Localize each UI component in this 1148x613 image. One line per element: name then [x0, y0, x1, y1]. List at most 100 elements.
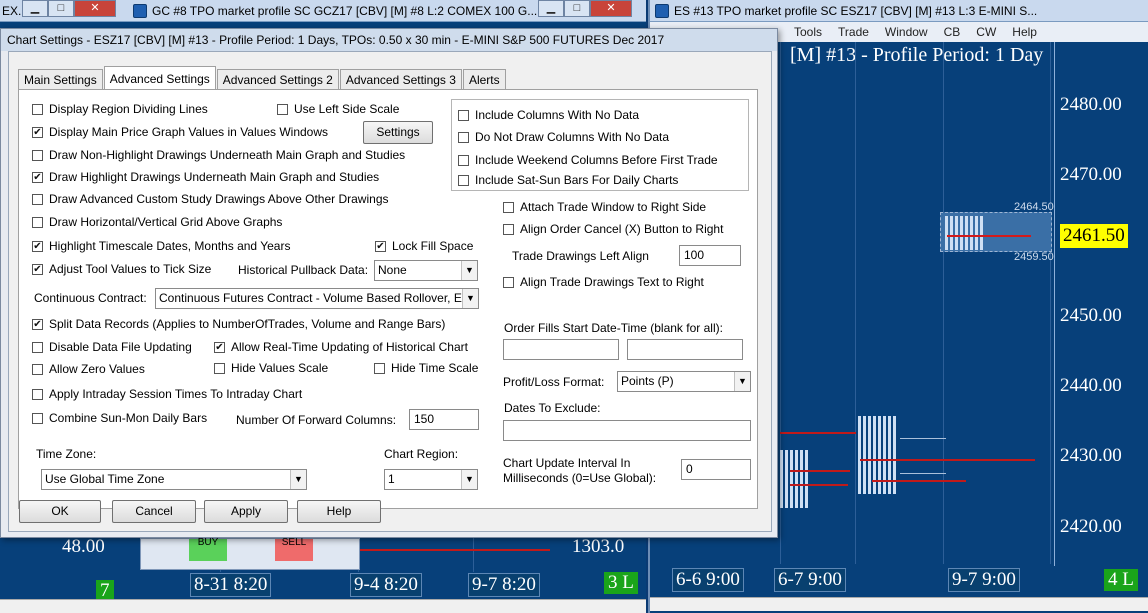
tab-advanced-settings-3[interactable]: Advanced Settings 3	[339, 69, 462, 90]
split-data-records-checkbox[interactable]: ✔ Split Data Records (Applies to NumberOf…	[32, 317, 445, 331]
align-order-cancel-checkbox[interactable]: Align Order Cancel (X) Button to Right	[503, 222, 723, 236]
checkbox-empty[interactable]	[458, 174, 469, 186]
checkbox-empty[interactable]	[32, 216, 43, 228]
es-horizontal-scrollbar[interactable]	[650, 597, 1148, 611]
tab-alerts[interactable]: Alerts	[462, 69, 506, 90]
hide-values-scale-checkbox[interactable]: Hide Values Scale	[214, 361, 328, 375]
chart-app-icon	[133, 3, 147, 18]
menu-help[interactable]: Help	[1004, 25, 1045, 39]
es-window-titlebar[interactable]: ES #13 TPO market profile SC ESZ17 [CBV]…	[650, 0, 1148, 22]
align-trade-text-checkbox[interactable]: Align Trade Drawings Text to Right	[503, 275, 704, 289]
order-fills-start-input[interactable]	[503, 339, 619, 360]
hide-time-scale-checkbox[interactable]: Hide Time Scale	[374, 361, 478, 375]
update-interval-input[interactable]: 0	[681, 459, 751, 480]
disable-data-file-checkbox[interactable]: Disable Data File Updating	[32, 340, 192, 354]
minimize-icon[interactable]: ▁	[538, 0, 564, 17]
checkbox-checked[interactable]: ✔	[32, 126, 43, 138]
draw-advanced-custom-checkbox[interactable]: Draw Advanced Custom Study Drawings Abov…	[32, 192, 389, 206]
trade-drawings-left-input[interactable]: 100	[679, 245, 741, 266]
include-sat-sun-checkbox[interactable]: Include Sat-Sun Bars For Daily Charts	[458, 173, 678, 187]
tab-advanced-settings[interactable]: Advanced Settings	[103, 66, 216, 90]
checkbox-checked[interactable]: ✔	[32, 171, 43, 183]
menu-window[interactable]: Window	[877, 25, 936, 39]
menu-cb[interactable]: CB	[936, 25, 969, 39]
tab-main-settings[interactable]: Main Settings	[18, 69, 103, 90]
chart-region-label: Chart Region:	[384, 447, 459, 461]
menu-trade[interactable]: Trade	[830, 25, 877, 39]
display-main-price-checkbox[interactable]: ✔ Display Main Price Graph Values in Valu…	[32, 125, 328, 139]
left-horizontal-scrollbar[interactable]	[0, 599, 128, 613]
allow-zero-checkbox[interactable]: Allow Zero Values	[32, 362, 145, 376]
include-weekend-checkbox[interactable]: Include Weekend Columns Before First Tra…	[458, 153, 718, 167]
combine-sun-mon-checkbox[interactable]: Combine Sun-Mon Daily Bars	[32, 411, 207, 425]
lock-fill-space-checkbox[interactable]: ✔ Lock Fill Space	[375, 239, 473, 253]
checkbox-empty[interactable]	[458, 109, 469, 121]
attach-trade-window-checkbox[interactable]: Attach Trade Window to Right Side	[503, 200, 706, 214]
continuous-contract-select[interactable]: Continuous Futures Contract - Volume Bas…	[155, 288, 479, 309]
gc-horizontal-scrollbar[interactable]	[128, 599, 646, 613]
chevron-down-icon[interactable]: ▼	[734, 372, 750, 391]
menu-cw[interactable]: CW	[968, 25, 1004, 39]
apply-intraday-checkbox[interactable]: Apply Intraday Session Times To Intraday…	[32, 387, 302, 401]
checkbox-empty[interactable]	[32, 412, 43, 424]
ok-button[interactable]: OK	[19, 500, 101, 523]
checkbox-checked[interactable]: ✔	[214, 341, 225, 353]
help-button[interactable]: Help	[297, 500, 381, 523]
chevron-down-icon[interactable]: ▼	[461, 261, 477, 280]
apply-button[interactable]: Apply	[204, 500, 288, 523]
settings-button[interactable]: Settings	[363, 121, 433, 144]
checkbox-checked[interactable]: ✔	[32, 318, 43, 330]
checkbox-empty[interactable]	[277, 103, 288, 115]
checkbox-empty[interactable]	[374, 362, 385, 374]
adjust-tool-values-checkbox[interactable]: ✔ Adjust Tool Values to Tick Size	[32, 262, 211, 276]
close-icon[interactable]: ✕	[590, 0, 632, 17]
checkbox-empty[interactable]	[458, 131, 469, 143]
close-icon[interactable]: ✕	[74, 0, 116, 17]
buy-button[interactable]: BUY	[189, 538, 227, 561]
time-zone-select[interactable]: Use Global Time Zone ▼	[41, 469, 307, 490]
minimize-icon[interactable]: ▁	[22, 0, 48, 17]
menu-tools[interactable]: Tools	[786, 25, 830, 39]
checkbox-empty[interactable]	[32, 103, 43, 115]
checkbox-checked[interactable]: ✔	[32, 240, 43, 252]
checkbox-empty[interactable]	[32, 363, 43, 375]
do-not-draw-no-data-checkbox[interactable]: Do Not Draw Columns With No Data	[458, 130, 669, 144]
dates-exclude-input[interactable]	[503, 420, 751, 441]
draw-highlight-checkbox[interactable]: ✔ Draw Highlight Drawings Underneath Main…	[32, 170, 379, 184]
checkbox-checked[interactable]: ✔	[375, 240, 386, 252]
profit-loss-select[interactable]: Points (P) ▼	[617, 371, 751, 392]
chevron-down-icon[interactable]: ▼	[461, 470, 477, 489]
dialog-title[interactable]: Chart Settings - ESZ17 [CBV] [M] #13 - P…	[1, 29, 777, 51]
checkbox-empty[interactable]	[32, 149, 43, 161]
chevron-down-icon[interactable]: ▼	[290, 470, 306, 489]
checkbox-empty[interactable]	[32, 193, 43, 205]
sell-button[interactable]: SELL	[275, 538, 313, 561]
order-fills-end-input[interactable]	[627, 339, 743, 360]
checkbox-empty[interactable]	[214, 362, 225, 374]
historical-pullback-select[interactable]: None ▼	[374, 260, 478, 281]
checkbox-checked[interactable]: ✔	[32, 263, 43, 275]
maximize-icon[interactable]: □	[564, 0, 590, 17]
checkbox-empty[interactable]	[503, 201, 514, 213]
checkbox-empty[interactable]	[458, 154, 469, 166]
include-no-data-checkbox[interactable]: Include Columns With No Data	[458, 108, 639, 122]
historical-pullback-label: Historical Pullback Data:	[238, 263, 369, 277]
draw-nonhighlight-checkbox[interactable]: Draw Non-Highlight Drawings Underneath M…	[32, 148, 405, 162]
highlight-timescale-checkbox[interactable]: ✔ Highlight Timescale Dates, Months and Y…	[32, 239, 290, 253]
checkbox-empty[interactable]	[503, 276, 514, 288]
es-region-badge: 4 L	[1104, 569, 1138, 591]
chart-region-select[interactable]: 1 ▼	[384, 469, 478, 490]
display-region-dividing-checkbox[interactable]: Display Region Dividing Lines	[32, 102, 208, 116]
checkbox-empty[interactable]	[32, 388, 43, 400]
forward-columns-input[interactable]: 150	[409, 409, 479, 430]
chevron-down-icon[interactable]: ▼	[462, 289, 478, 308]
use-left-side-scale-checkbox[interactable]: Use Left Side Scale	[277, 102, 399, 116]
allow-realtime-checkbox[interactable]: ✔ Allow Real-Time Updating of Historical …	[214, 340, 468, 354]
cancel-button[interactable]: Cancel	[112, 500, 196, 523]
maximize-icon[interactable]: □	[48, 0, 74, 17]
checkbox-empty[interactable]	[503, 223, 514, 235]
draw-grid-above-checkbox[interactable]: Draw Horizontal/Vertical Grid Above Grap…	[32, 215, 282, 229]
gc-trade-window[interactable]: BUY SELL	[140, 538, 360, 570]
checkbox-empty[interactable]	[32, 341, 43, 353]
tab-advanced-settings-2[interactable]: Advanced Settings 2	[216, 69, 339, 90]
